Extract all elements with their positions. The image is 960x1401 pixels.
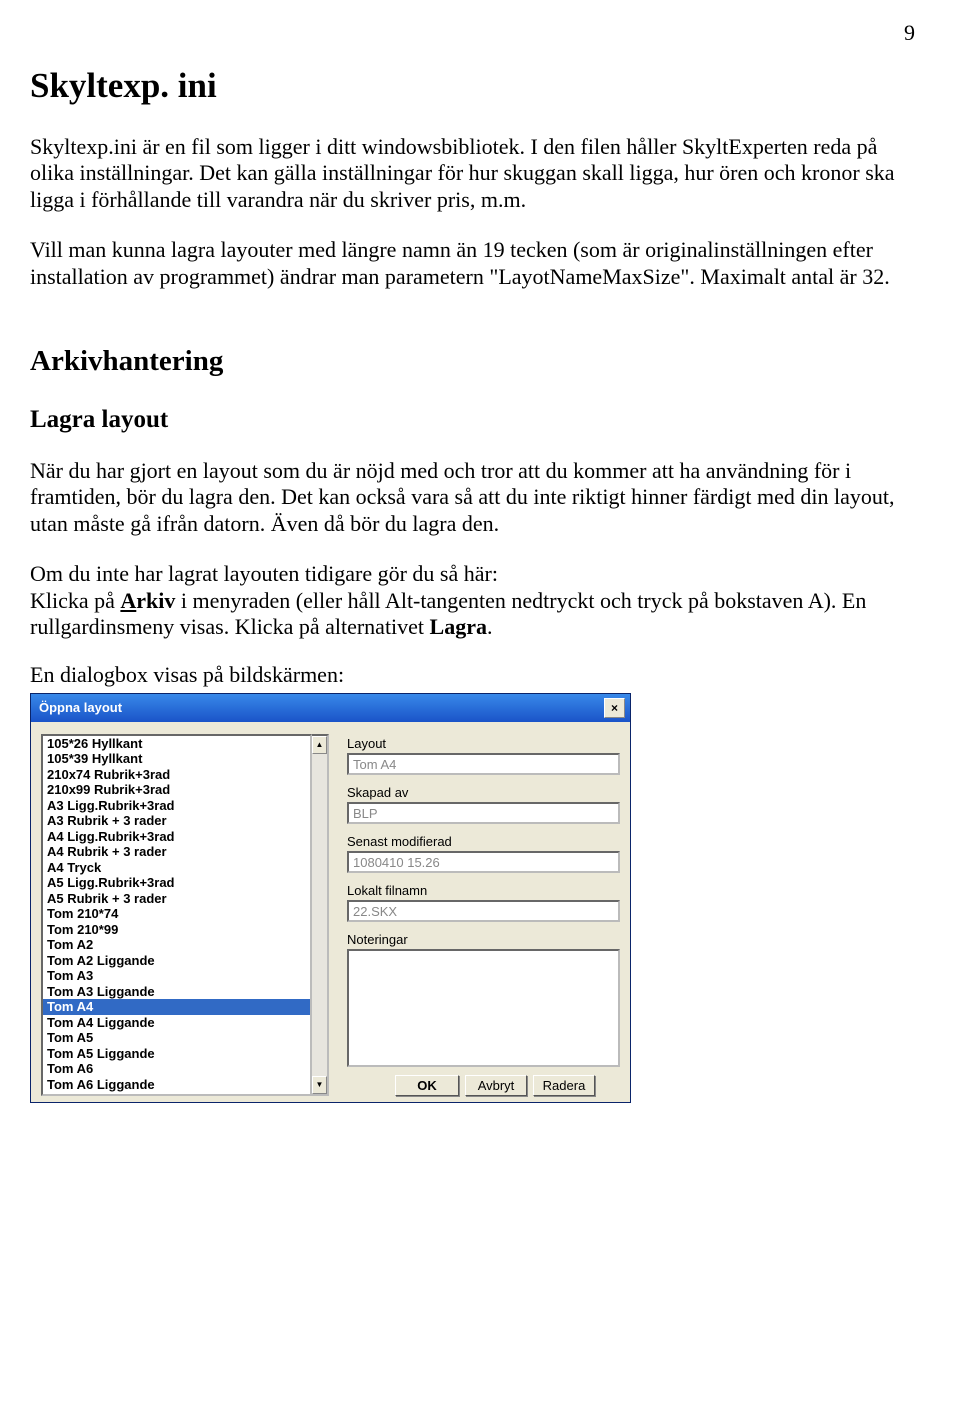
list-item[interactable]: A4 Ligg.Rubrik+3rad bbox=[43, 829, 310, 845]
menu-arkiv-hotkey: A bbox=[120, 588, 136, 613]
page-number: 9 bbox=[30, 20, 920, 46]
list-item[interactable]: 210x99 Rubrik+3rad bbox=[43, 782, 310, 798]
input-noteringar[interactable] bbox=[347, 949, 620, 1067]
list-item[interactable]: Tom A6 Liggande bbox=[43, 1077, 310, 1093]
list-item[interactable]: Tom A6 bbox=[43, 1061, 310, 1077]
avbryt-button[interactable]: Avbryt bbox=[465, 1075, 527, 1096]
heading-skyltexp-ini: Skyltexp. ini bbox=[30, 66, 920, 106]
input-lokalt-filnamn[interactable]: 22.SKX bbox=[347, 900, 620, 922]
instruction-line-2: Klicka på Arkiv i menyraden (eller håll … bbox=[30, 588, 920, 641]
paragraph-instructions: Om du inte har lagrat layouten tidigare … bbox=[30, 561, 920, 640]
input-layout[interactable]: Tom A4 bbox=[347, 753, 620, 775]
ok-button[interactable]: OK bbox=[395, 1075, 459, 1096]
instruction-line-1: Om du inte har lagrat layouten tidigare … bbox=[30, 561, 920, 587]
dialog-titlebar[interactable]: Öppna layout × bbox=[31, 694, 630, 722]
text-period: . bbox=[487, 614, 493, 639]
menuitem-lagra: Lagra bbox=[430, 614, 487, 639]
chevron-down-icon: ▼ bbox=[316, 1080, 324, 1089]
list-item[interactable]: 105*39 Hyllkant bbox=[43, 751, 310, 767]
list-item[interactable]: Tom A5 bbox=[43, 1030, 310, 1046]
open-layout-dialog: Öppna layout × 105*26 Hyllkant105*39 Hyl… bbox=[30, 693, 631, 1103]
list-item[interactable]: Tom A3 Liggande bbox=[43, 984, 310, 1000]
paragraph-lagra-intro: När du har gjort en layout som du är nöj… bbox=[30, 458, 920, 537]
scrollbar[interactable]: ▲ ▼ bbox=[312, 734, 329, 1096]
list-item[interactable]: 105*26 Hyllkant bbox=[43, 736, 310, 752]
menu-arkiv-rest: rkiv bbox=[136, 588, 175, 613]
list-item[interactable]: Tom A2 bbox=[43, 937, 310, 953]
scroll-track[interactable] bbox=[312, 754, 327, 1076]
list-item[interactable]: A3 Ligg.Rubrik+3rad bbox=[43, 798, 310, 814]
heading-arkivhantering: Arkivhantering bbox=[30, 345, 920, 378]
list-item[interactable]: A5 Rubrik + 3 rader bbox=[43, 891, 310, 907]
list-item[interactable]: Tom A4 bbox=[43, 999, 310, 1015]
paragraph-dialog-intro: En dialogbox visas på bildskärmen: bbox=[30, 662, 920, 688]
chevron-up-icon: ▲ bbox=[316, 740, 324, 749]
text-klicka-pa: Klicka på bbox=[30, 588, 120, 613]
radera-button[interactable]: Radera bbox=[533, 1075, 595, 1096]
layout-listbox[interactable]: 105*26 Hyllkant105*39 Hyllkant210x74 Rub… bbox=[41, 734, 312, 1096]
list-item[interactable]: A5 Ligg.Rubrik+3rad bbox=[43, 875, 310, 891]
list-item[interactable]: Tom 210*74 bbox=[43, 906, 310, 922]
list-item[interactable]: Tom A2 Liggande bbox=[43, 953, 310, 969]
list-item[interactable]: A4 Rubrik + 3 rader bbox=[43, 844, 310, 860]
list-item[interactable]: A3 Rubrik + 3 rader bbox=[43, 813, 310, 829]
input-senast-modifierad[interactable]: 1080410 15.26 bbox=[347, 851, 620, 873]
list-item[interactable]: Tom A5 Liggande bbox=[43, 1046, 310, 1062]
list-item[interactable]: Tom A3 bbox=[43, 968, 310, 984]
list-item[interactable]: A4 Tryck bbox=[43, 860, 310, 876]
scroll-up-button[interactable]: ▲ bbox=[312, 736, 327, 754]
list-item[interactable]: 210x74 Rubrik+3rad bbox=[43, 767, 310, 783]
close-button[interactable]: × bbox=[604, 698, 625, 718]
list-item[interactable]: Tom VA2 bbox=[43, 1092, 310, 1096]
label-skapad-av: Skapad av bbox=[347, 785, 620, 800]
scroll-down-button[interactable]: ▼ bbox=[312, 1076, 327, 1094]
label-senast-modifierad: Senast modifierad bbox=[347, 834, 620, 849]
heading-lagra-layout: Lagra layout bbox=[30, 406, 920, 434]
label-lokalt-filnamn: Lokalt filnamn bbox=[347, 883, 620, 898]
input-skapad-av[interactable]: BLP bbox=[347, 802, 620, 824]
dialog-title: Öppna layout bbox=[39, 700, 122, 715]
paragraph-intro: Skyltexp.ini är en fil som ligger i ditt… bbox=[30, 134, 920, 213]
label-noteringar: Noteringar bbox=[347, 932, 620, 947]
list-item[interactable]: Tom A4 Liggande bbox=[43, 1015, 310, 1031]
close-icon: × bbox=[611, 702, 618, 714]
list-item[interactable]: Tom 210*99 bbox=[43, 922, 310, 938]
label-layout: Layout bbox=[347, 736, 620, 751]
paragraph-layotname: Vill man kunna lagra layouter med längre… bbox=[30, 237, 920, 290]
